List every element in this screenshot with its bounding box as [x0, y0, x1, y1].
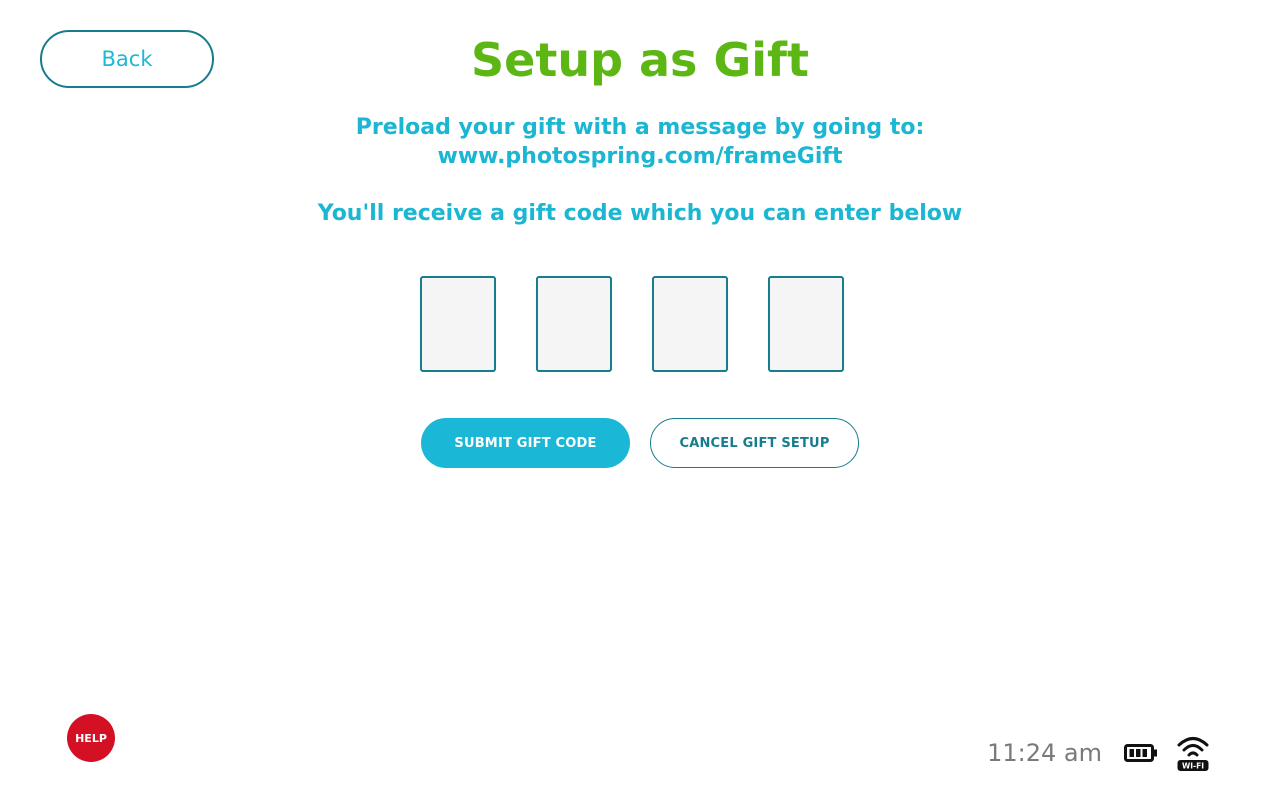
- help-button[interactable]: HELP: [67, 714, 115, 762]
- gift-code-digit-4[interactable]: [768, 276, 844, 372]
- submit-gift-code-button[interactable]: SUBMIT GIFT CODE: [421, 418, 630, 468]
- clock: 11:24 am: [987, 739, 1102, 767]
- submit-gift-code-label: SUBMIT GIFT CODE: [454, 435, 597, 451]
- preload-instruction-text: Preload your gift with a message by goin…: [355, 115, 925, 140]
- help-button-label: HELP: [75, 731, 107, 745]
- page-title: Setup as Gift: [471, 33, 809, 87]
- gift-code-instruction: You'll receive a gift code which you can…: [317, 201, 963, 226]
- status-bar: 11:24 am WI-FI: [987, 726, 1210, 780]
- gift-code-digit-3[interactable]: [652, 276, 728, 372]
- cancel-gift-setup-button[interactable]: CANCEL GIFT SETUP: [650, 418, 859, 468]
- battery-icon: [1124, 743, 1158, 763]
- gift-code-digit-2[interactable]: [536, 276, 612, 372]
- cancel-gift-setup-label: CANCEL GIFT SETUP: [679, 435, 830, 451]
- gift-code-input-group: [420, 276, 844, 372]
- gift-setup-screen: Back Setup as Gift Preload your gift wit…: [0, 0, 1280, 800]
- gift-url-text: www.photospring.com/frameGift: [437, 144, 843, 169]
- preload-instructions: Preload your gift with a message by goin…: [0, 113, 1280, 171]
- wifi-label: WI-FI: [1182, 762, 1204, 771]
- wifi-icon: WI-FI: [1176, 733, 1210, 773]
- gift-code-digit-1[interactable]: [420, 276, 496, 372]
